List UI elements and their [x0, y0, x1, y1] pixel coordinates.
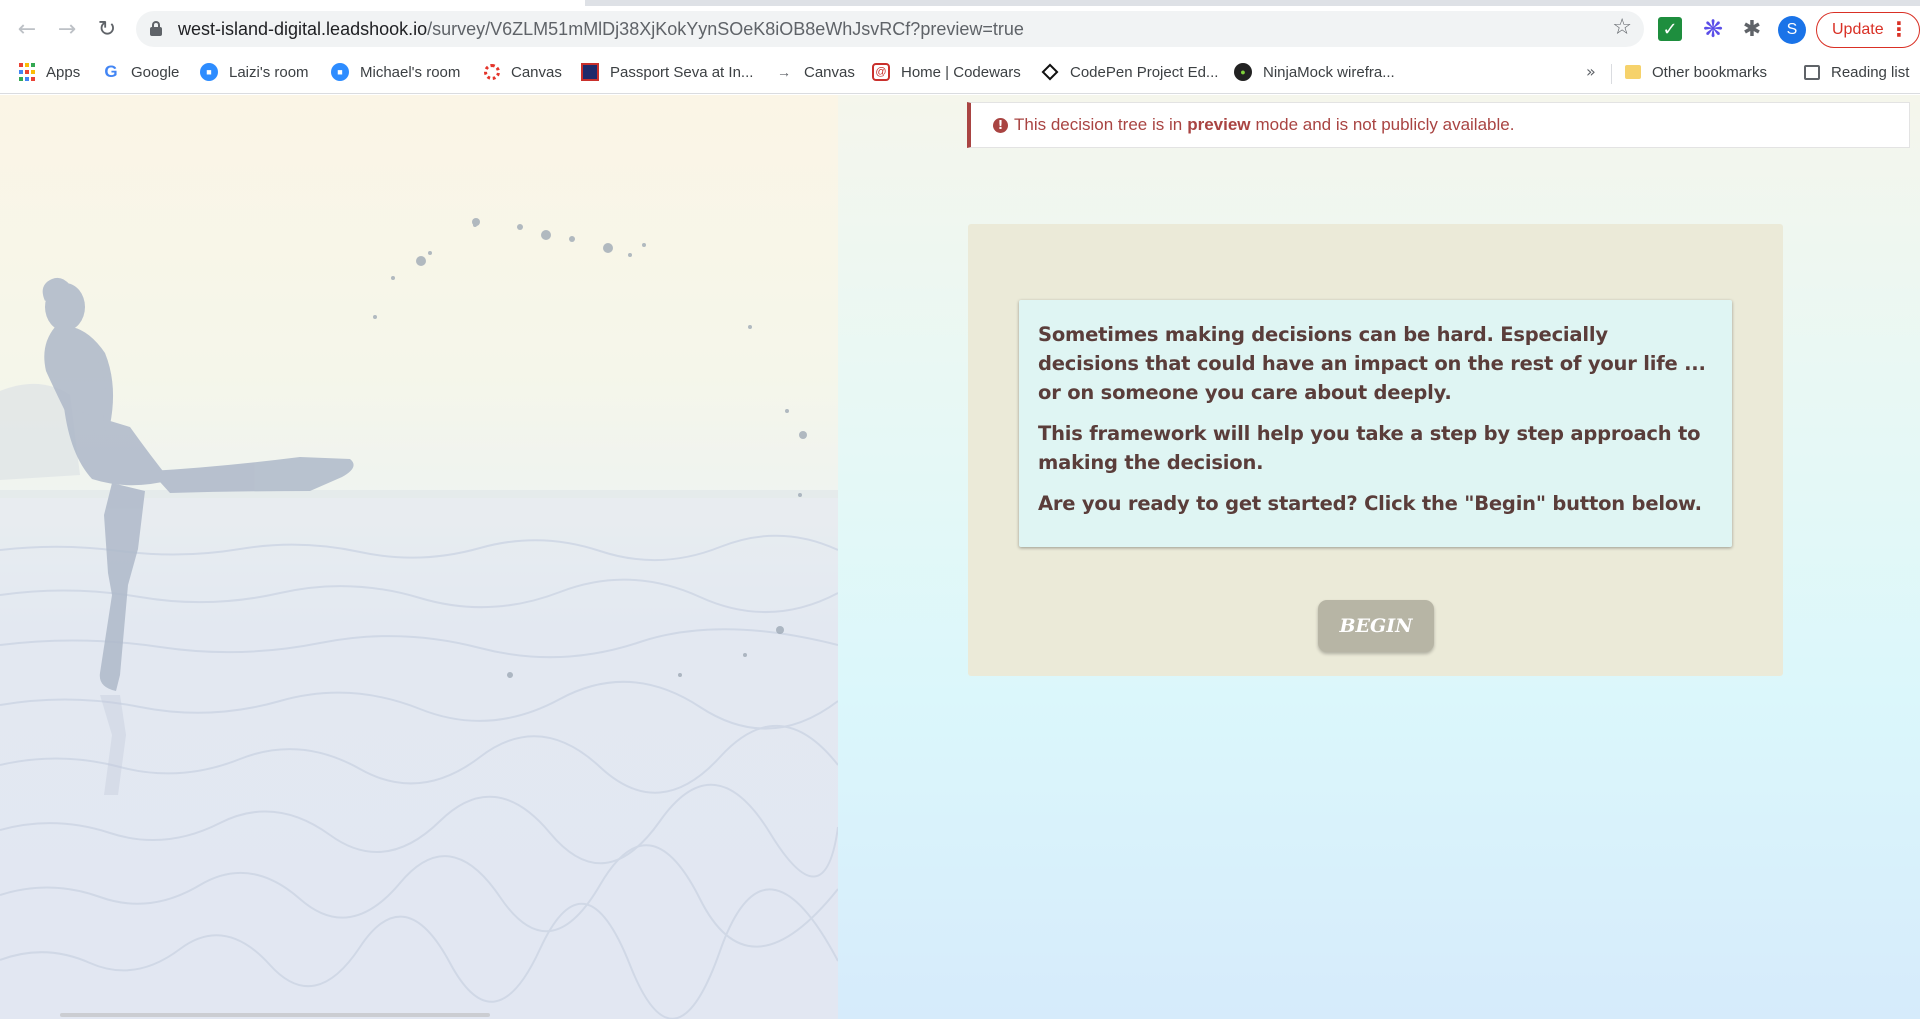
active-tab[interactable]	[0, 0, 585, 6]
bookmark-star-icon[interactable]: ☆	[1612, 15, 1632, 40]
zoom-icon: ■	[200, 63, 218, 81]
other-bookmarks-folder[interactable]: Other bookmarks	[1625, 60, 1767, 84]
alert-text-end: mode and is not publicly available.	[1255, 115, 1515, 134]
preview-mode-alert: ! This decision tree is in preview mode …	[967, 102, 1910, 148]
exclamation-circle-icon: !	[993, 117, 1008, 133]
bookmarks-bar: Apps G Google ■ Laizi's room ■ Michael's…	[0, 56, 1920, 88]
lock-icon[interactable]	[150, 21, 162, 36]
reading-list[interactable]: Reading list	[1804, 60, 1909, 84]
bookmark-google[interactable]: G Google	[102, 60, 179, 84]
bookmark-ninjamock[interactable]: ● NinjaMock wirefra...	[1234, 60, 1395, 84]
zoom-icon: ■	[331, 63, 349, 81]
bookmark-label: Canvas	[511, 63, 562, 81]
hero-image	[0, 95, 838, 1019]
back-arrow-icon[interactable]: ←	[12, 14, 42, 44]
profile-avatar[interactable]: S	[1778, 16, 1806, 44]
bookmark-label: NinjaMock wirefra...	[1263, 63, 1395, 81]
menu-dots-icon[interactable]: ⋮	[1889, 19, 1909, 41]
bookmark-laizis-room[interactable]: ■ Laizi's room	[200, 60, 309, 84]
bookmark-codepen[interactable]: CodePen Project Ed...	[1041, 60, 1218, 84]
bookmark-label: Laizi's room	[229, 63, 309, 81]
update-label: Update	[1832, 21, 1884, 38]
google-icon: G	[104, 62, 118, 81]
reload-icon[interactable]: ↻	[92, 14, 122, 44]
folder-icon	[1625, 65, 1641, 79]
forward-arrow-icon[interactable]: →	[52, 14, 82, 44]
begin-button[interactable]: BEGIN	[1318, 600, 1434, 652]
canvas-icon	[484, 64, 500, 80]
bookmark-label: Apps	[46, 63, 81, 81]
intro-text-box: Sometimes making decisions can be hard. …	[1019, 300, 1732, 547]
browser-toolbar: ← → ↻ west-island-digital.leadshook.io/s…	[0, 8, 1920, 52]
bookmark-canvas[interactable]: Canvas	[484, 60, 562, 84]
arrow-icon: →	[777, 64, 791, 80]
intro-paragraph-2: This framework will help you take a step…	[1038, 422, 1701, 474]
bookmark-label: Passport Seva at In...	[610, 63, 754, 81]
bookmark-canvas-2[interactable]: → Canvas	[775, 60, 855, 84]
bookmark-michaels-room[interactable]: ■ Michael's room	[331, 60, 460, 84]
more-bookmarks-chevron-icon[interactable]: »	[1586, 62, 1596, 81]
checkmark-extension-icon[interactable]: ✓	[1658, 17, 1682, 41]
extensions-puzzle-icon[interactable]: ✱	[1739, 16, 1765, 42]
ninjamock-icon: ●	[1234, 63, 1252, 81]
bookmark-label: Google	[131, 63, 180, 81]
reading-list-label: Reading list	[1831, 63, 1910, 81]
url-text[interactable]: west-island-digital.leadshook.io/survey/…	[178, 19, 1024, 40]
snowflake-extension-icon[interactable]: ❋	[1700, 15, 1726, 43]
intro-paragraph-3: Are you ready to get started? Click the …	[1038, 492, 1702, 515]
survey-page: ! This decision tree is in preview mode …	[0, 95, 1920, 1019]
bookmarks-divider	[1611, 64, 1612, 84]
dancer-on-beach-illustration	[0, 218, 838, 1019]
alert-preview-word: preview	[1187, 115, 1251, 134]
apps-grid-icon	[19, 63, 35, 81]
survey-card: Sometimes making decisions can be hard. …	[968, 224, 1783, 676]
intro-paragraph-1: Sometimes making decisions can be hard. …	[1038, 323, 1706, 404]
passport-seva-icon	[581, 63, 599, 81]
address-bar[interactable]: west-island-digital.leadshook.io/survey/…	[136, 11, 1644, 47]
bookmark-label: Home | Codewars	[901, 63, 1021, 81]
bookmark-label: Canvas	[804, 63, 855, 81]
reading-list-icon	[1804, 64, 1820, 80]
bookmark-apps[interactable]: Apps	[19, 60, 80, 84]
codewars-icon: @	[872, 63, 890, 81]
horizontal-scrollbar[interactable]	[60, 1013, 490, 1017]
tab-strip	[0, 0, 1920, 6]
alert-text-start: This decision tree is in	[1014, 115, 1183, 134]
codepen-icon	[1041, 63, 1059, 81]
update-button[interactable]: Update ⋮	[1816, 12, 1920, 48]
bookmark-label: Michael's room	[360, 63, 461, 81]
bookmark-label: CodePen Project Ed...	[1070, 63, 1219, 81]
browser-chrome: ← → ↻ west-island-digital.leadshook.io/s…	[0, 0, 1920, 94]
other-bookmarks-label: Other bookmarks	[1652, 63, 1768, 81]
bookmark-codewars[interactable]: @ Home | Codewars	[872, 60, 1021, 84]
bookmark-passport-seva[interactable]: Passport Seva at In...	[581, 60, 753, 84]
